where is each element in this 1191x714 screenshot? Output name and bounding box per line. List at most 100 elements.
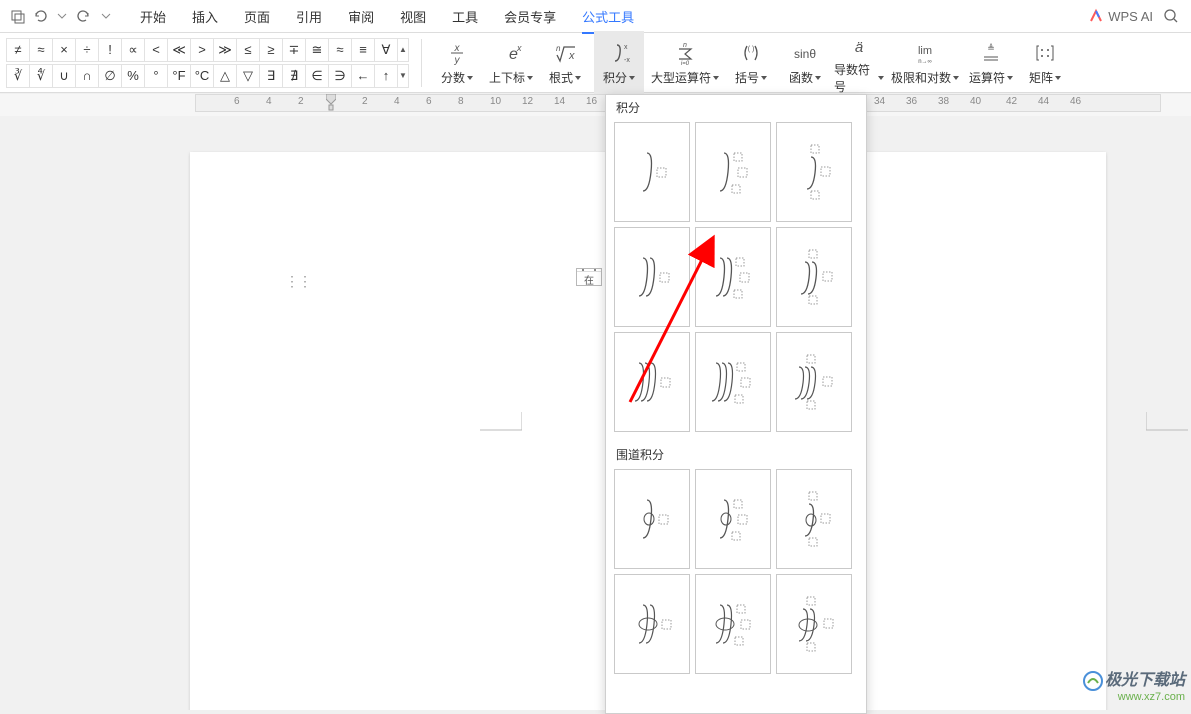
svg-text:x: x (454, 43, 461, 54)
ruler-tick: 16 (586, 96, 597, 107)
symbol-union[interactable]: ∪ (52, 64, 76, 88)
iint-indef[interactable] (614, 227, 690, 327)
dropdown-caret-icon[interactable] (96, 6, 116, 26)
menu-tabs: 开始 插入 页面 引用 审阅 视图 工具 会员专享 公式工具 (140, 0, 634, 34)
int-indef[interactable] (614, 122, 690, 222)
search-icon[interactable] (1163, 8, 1179, 24)
indent-marker[interactable] (326, 94, 336, 110)
symbol-degf[interactable]: °F (167, 64, 191, 88)
equation-placeholder[interactable]: 在 (576, 268, 602, 286)
symbol-cbrt[interactable]: ∛ (6, 64, 30, 88)
tab-start[interactable]: 开始 (140, 7, 166, 26)
iiint-def-stacked[interactable] (776, 332, 852, 432)
scripts-button[interactable]: ex 上下标 (486, 31, 536, 95)
tab-review[interactable]: 审阅 (348, 7, 374, 26)
svg-text:n: n (683, 42, 687, 49)
symbol-tridown[interactable]: ▽ (236, 64, 260, 88)
bracket-button[interactable]: ( ) 括号 (726, 31, 776, 95)
redo-icon[interactable] (74, 6, 94, 26)
tab-insert[interactable]: 插入 (192, 7, 218, 26)
wps-ai-button[interactable]: WPS AI (1088, 8, 1153, 24)
radical-button[interactable]: nx 根式 (540, 31, 590, 95)
drag-handle-icon[interactable]: ⋮⋮ (285, 273, 311, 290)
radical-icon: nx (551, 39, 579, 67)
ruler-tick: 40 (970, 96, 981, 107)
oint-def-stacked[interactable] (776, 469, 852, 569)
symbol-gg[interactable]: ≫ (213, 38, 237, 62)
symbol-times[interactable]: × (52, 38, 76, 62)
tab-reference[interactable]: 引用 (296, 7, 322, 26)
oiint-indef[interactable] (614, 574, 690, 674)
symbol-equiv[interactable]: ≡ (351, 38, 375, 62)
symbol-percent[interactable]: % (121, 64, 145, 88)
symbol-left[interactable]: ← (351, 64, 375, 88)
symbol-scroll-up[interactable]: ▲ (397, 38, 409, 62)
symbol-ge[interactable]: ≥ (259, 38, 283, 62)
tab-formula-tools[interactable]: 公式工具 (582, 7, 634, 34)
dropdown-caret-icon[interactable] (52, 6, 72, 26)
symbol-approx2[interactable]: ≈ (328, 38, 352, 62)
symbol-mp[interactable]: ∓ (282, 38, 306, 62)
symbol-nexists[interactable]: ∄ (282, 64, 306, 88)
operator-button[interactable]: ≜ 运算符 (966, 31, 1016, 95)
symbol-excl[interactable]: ! (98, 38, 122, 62)
symbol-degc[interactable]: °C (190, 64, 214, 88)
oiint-def-stacked[interactable] (776, 574, 852, 674)
symbol-up[interactable]: ↑ (374, 64, 398, 88)
iint-def[interactable] (695, 227, 771, 327)
symbol-inter[interactable]: ∩ (75, 64, 99, 88)
symbol-gt[interactable]: > (190, 38, 214, 62)
operator-label: 运算符 (969, 69, 1005, 86)
tab-tools[interactable]: 工具 (452, 7, 478, 26)
tab-member[interactable]: 会员专享 (504, 7, 556, 26)
svg-text:( ): ( ) (748, 46, 755, 53)
ruler-tick: 8 (458, 96, 464, 107)
iiint-def[interactable] (695, 332, 771, 432)
iiint-indef[interactable] (614, 332, 690, 432)
symbol-ni[interactable]: ∋ (328, 64, 352, 88)
accent-button[interactable]: ä 导数符号 (834, 31, 884, 95)
symbol-le[interactable]: ≤ (236, 38, 260, 62)
integral-label: 积分 (603, 69, 627, 86)
undo-icon[interactable] (30, 6, 50, 26)
fraction-button[interactable]: xy 分数 (432, 31, 482, 95)
wps-ai-label: WPS AI (1108, 9, 1153, 24)
limit-button[interactable]: limn→∞ 极限和对数 (888, 31, 962, 95)
int-def[interactable] (695, 122, 771, 222)
symbol-4rt[interactable]: ∜ (29, 64, 53, 88)
accent-label: 导数符号 (834, 61, 876, 95)
oint-def[interactable] (695, 469, 771, 569)
symbol-scroll-down[interactable]: ▼ (397, 64, 409, 88)
iint-def-stacked[interactable] (776, 227, 852, 327)
screenshot-icon[interactable] (8, 6, 28, 26)
function-button[interactable]: sinθ 函数 (780, 31, 830, 95)
symbol-triup[interactable]: △ (213, 64, 237, 88)
margin-corner-right (1146, 412, 1188, 436)
symbol-lt[interactable]: < (144, 38, 168, 62)
symbol-ll[interactable]: ≪ (167, 38, 191, 62)
symbol-deg[interactable]: ° (144, 64, 168, 88)
symbol-approx[interactable]: ≈ (29, 38, 53, 62)
oiint-def[interactable] (695, 574, 771, 674)
ruler-tick: 6 (426, 96, 432, 107)
symbol-forall[interactable]: ∀ (374, 38, 398, 62)
ribbon-structures: xy 分数 ex 上下标 nx 根式 x-x 积分 ni=0 大型运算符 ( )… (428, 31, 1074, 95)
symbol-prop[interactable]: ∝ (121, 38, 145, 62)
svg-text:i=0: i=0 (681, 61, 690, 65)
large-op-button[interactable]: ni=0 大型运算符 (648, 31, 722, 95)
integral-button[interactable]: x-x 积分 (594, 31, 644, 95)
symbol-empty[interactable]: ∅ (98, 64, 122, 88)
tab-view[interactable]: 视图 (400, 7, 426, 26)
tab-page[interactable]: 页面 (244, 7, 270, 26)
svg-text:≜: ≜ (987, 43, 995, 53)
int-def-stacked[interactable] (776, 122, 852, 222)
oint-indef[interactable] (614, 469, 690, 569)
svg-text:-x: -x (624, 57, 630, 64)
symbol-ne[interactable]: ≠ (6, 38, 30, 62)
symbol-div[interactable]: ÷ (75, 38, 99, 62)
ruler-tick: 2 (362, 96, 368, 107)
symbol-exists[interactable]: ∃ (259, 64, 283, 88)
matrix-button[interactable]: 矩阵 (1020, 31, 1070, 95)
symbol-in[interactable]: ∈ (305, 64, 329, 88)
symbol-cong[interactable]: ≅ (305, 38, 329, 62)
